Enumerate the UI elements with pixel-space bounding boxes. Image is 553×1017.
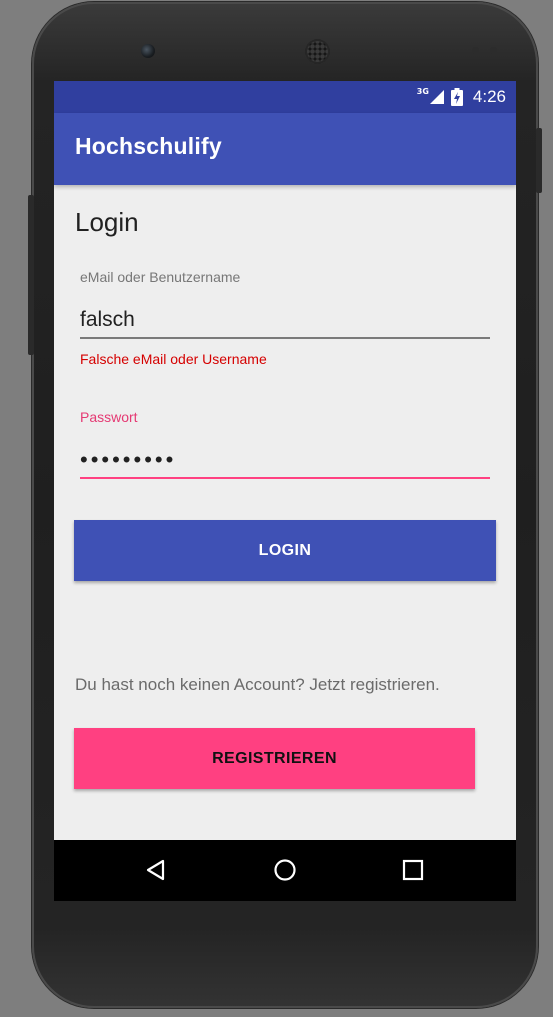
login-button[interactable]: LOGIN [74, 520, 496, 581]
app-bar: Hochschulify [54, 113, 516, 185]
signal-icon [429, 90, 444, 104]
page-title: Login [75, 207, 139, 237]
password-label: Passwort [80, 409, 138, 425]
screen: 3G 4:26 Hochschulify Login eMail oder Be… [54, 81, 516, 901]
proximity-sensor [472, 47, 479, 54]
navigation-bar [54, 840, 516, 901]
back-icon[interactable] [144, 858, 168, 882]
power-button [536, 128, 542, 193]
email-field[interactable] [80, 303, 490, 339]
clock: 4:26 [472, 87, 506, 106]
home-icon[interactable] [273, 858, 297, 882]
status-bar: 3G 4:26 [54, 81, 516, 113]
register-button[interactable]: REGISTRIEREN [74, 728, 475, 789]
battery-charging-icon [450, 88, 463, 106]
email-error-message: Falsche eMail oder Username [80, 351, 267, 367]
network-type: 3G [416, 86, 429, 96]
app-title: Hochschulify [75, 133, 222, 159]
recents-icon[interactable] [401, 858, 425, 882]
earpiece-speaker [305, 39, 330, 64]
volume-button [28, 195, 34, 355]
light-sensor [490, 47, 497, 54]
status-icons: 3G 4:26 [417, 81, 506, 113]
password-field[interactable] [80, 443, 490, 479]
register-prompt: Du hast noch keinen Account? Jetzt regis… [75, 675, 440, 694]
front-camera [141, 44, 155, 58]
email-label: eMail oder Benutzername [80, 269, 241, 285]
